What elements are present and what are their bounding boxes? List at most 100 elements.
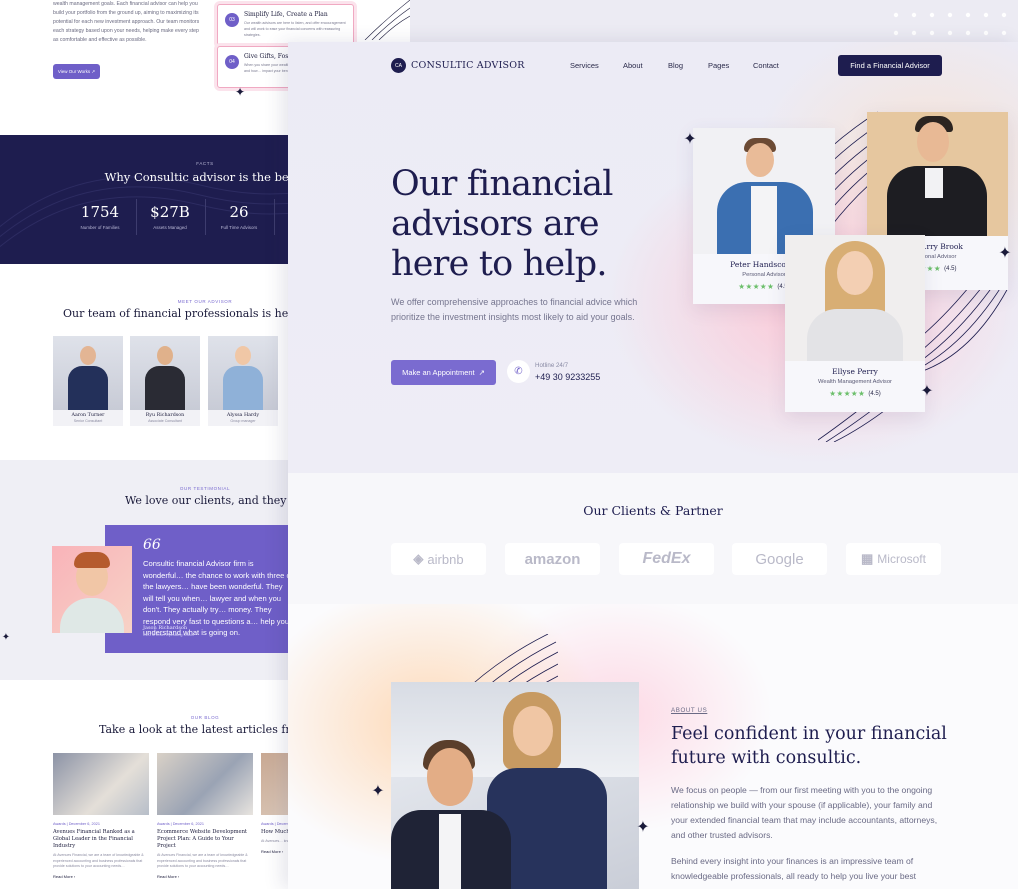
sparkle-icon: ✦ [234,85,246,99]
quote-mark: 66 [143,537,161,553]
stat-divider [274,199,275,235]
hero-subtext: We offer comprehensive approaches to fin… [391,297,638,322]
client-logo-text: FedEx [642,550,691,567]
view-our-works-button[interactable]: View Our Works ↗ [53,64,100,79]
read-more-link[interactable]: Read More › [157,874,253,879]
client-logo-airbnb: ◈ airbnb [391,543,486,575]
blog-post-card[interactable]: Awards | December 6, 2021 Avenues Financ… [53,753,149,879]
make-appointment-button[interactable]: Make an Appointment ↗ [391,360,496,385]
nav-services[interactable]: Services [570,61,599,70]
button-label: Make an Appointment [402,368,475,377]
step-card: 03 Simplify Life, Create a Plan Our weal… [217,4,354,46]
step-number: 04 [225,55,239,69]
nav-contact[interactable]: Contact [753,61,779,70]
stat-value: 26 [229,203,249,221]
advisor-card[interactable]: Ellyse Perry Wealth Management Advisor ★… [785,235,925,412]
client-logo-text: Google [755,550,804,568]
portrait-body [145,366,185,410]
about-photo [391,682,639,889]
intro-text: wealth management goals. Each financial … [53,1,200,43]
advisor-role: Wealth Management Advisor [817,379,892,385]
portrait-body [223,366,263,410]
logo-text: CONSULTIC ADVISOR [411,60,525,71]
nav-about[interactable]: About [623,61,643,70]
blog-post-image [157,753,253,815]
team-member-name: Ryu Richardson [145,413,185,418]
hero-section: CA CONSULTIC ADVISOR Services About Blog… [288,42,1018,473]
team-member-role: Senior Consultant [73,419,103,423]
phone-icon[interactable]: ✆ [507,360,530,383]
portrait-body [60,598,124,633]
about-section: ✦ ✦ ABOUT US Feel confident in your fina… [288,604,1018,889]
sparkle-icon: ✦ [920,383,934,400]
blog-post-meta: Awards | December 6, 2021 [157,822,204,826]
client-logo-text: Microsoft [877,552,926,566]
main-page-preview: CA CONSULTIC ADVISOR Services About Blog… [288,42,1018,889]
rating-value: (4.5) [944,265,957,272]
portrait-head [917,122,949,162]
team-member-card[interactable]: Aaron Turner Senior Consultant [53,336,123,426]
decorative-lines [364,0,410,40]
team-member-card[interactable]: Ryu Richardson Associate Consultant [130,336,200,426]
team-member-photo [208,336,278,410]
hotline-label: Hotline 24/7 [535,362,569,369]
portrait-body [807,309,903,361]
testimonial-author: Jason Richardson [143,625,188,631]
blog-post-meta: Awards | December 6, 2021 [53,822,100,826]
read-more-link[interactable]: Read More › [53,874,149,879]
client-logo-fedex: FedEx [619,543,714,575]
advisor-photo [867,112,1008,236]
client-logo-text: amazon [524,550,581,568]
stat-divider [205,199,206,235]
site-logo[interactable]: CA CONSULTIC ADVISOR [391,58,525,73]
portrait-shirt [439,814,461,889]
portrait-head [427,748,473,806]
step-title: Simplify Life, Create a Plan [244,11,328,18]
sparkle-icon: ✦ [683,131,697,148]
hotline-number[interactable]: +49 30 9233255 [535,372,600,382]
step-number: 03 [225,13,239,27]
blog-post-excerpt: At Avenues Financial, we are a team of k… [157,853,248,868]
about-tag: ABOUT US [671,707,708,714]
clients-section: Our Clients & Partner ◈ airbnb amazon Fe… [288,473,1018,604]
stat-value: $27B [150,203,190,221]
sparkle-icon: ✦ [636,819,650,836]
portrait-head [837,251,873,295]
stat-assets: $27B Assets Managed [140,203,200,230]
team-member-name: Alyssa Hardy [226,413,260,418]
portrait-shirt [751,186,777,254]
team-member-role: Associate Consultant [148,419,182,423]
team-member-name: Aaron Turner [71,413,105,418]
team-member-photo [130,336,200,410]
portrait-body [68,366,108,410]
portrait-hair [74,552,110,568]
nav-pages[interactable]: Pages [708,61,729,70]
portrait-head [235,346,251,365]
nav-blog[interactable]: Blog [668,61,683,70]
about-paragraph: We focus on people — from our first meet… [671,785,938,840]
client-logo-amazon: amazon [505,543,600,575]
advisor-name: Ellyse Perry [832,367,878,376]
portrait-shirt [925,168,943,198]
testimonial-author-role: CEO & Chief Operating Officer [143,633,195,637]
step-text: Our wealth advisors are here to listen, … [244,21,346,37]
blog-post-image [53,753,149,815]
blog-post-title: Avenues Financial Ranked as a Global Lea… [53,829,135,849]
stat-divider [136,199,137,235]
team-member-card[interactable]: Alyssa Hardy Group manager [208,336,278,426]
client-logo-text: airbnb [427,551,464,567]
testimonial-card: 66 Consultic financial Advisor firm is w… [105,525,305,653]
logo-mark-icon: CA [391,58,406,73]
blog-post-card[interactable]: Awards | December 6, 2021 Ecommerce Webs… [157,753,253,879]
advisor-photo [785,235,925,361]
microsoft-icon: ▦ [861,551,874,566]
find-advisor-button[interactable]: Find a Financial Advisor [838,55,942,76]
portrait-head [513,706,553,756]
arrow-up-right-icon: ↗ [478,368,485,377]
rating-value: (4.5) [868,390,881,397]
team-member-role: Group manager [230,419,256,423]
blog-post-title: Ecommerce Website Development Project Pl… [157,829,247,849]
stat-label: Full Time Advisors [220,225,258,230]
stat-label: Assets Managed [153,225,187,230]
star-rating-icon: ★★★★★ [738,282,775,291]
